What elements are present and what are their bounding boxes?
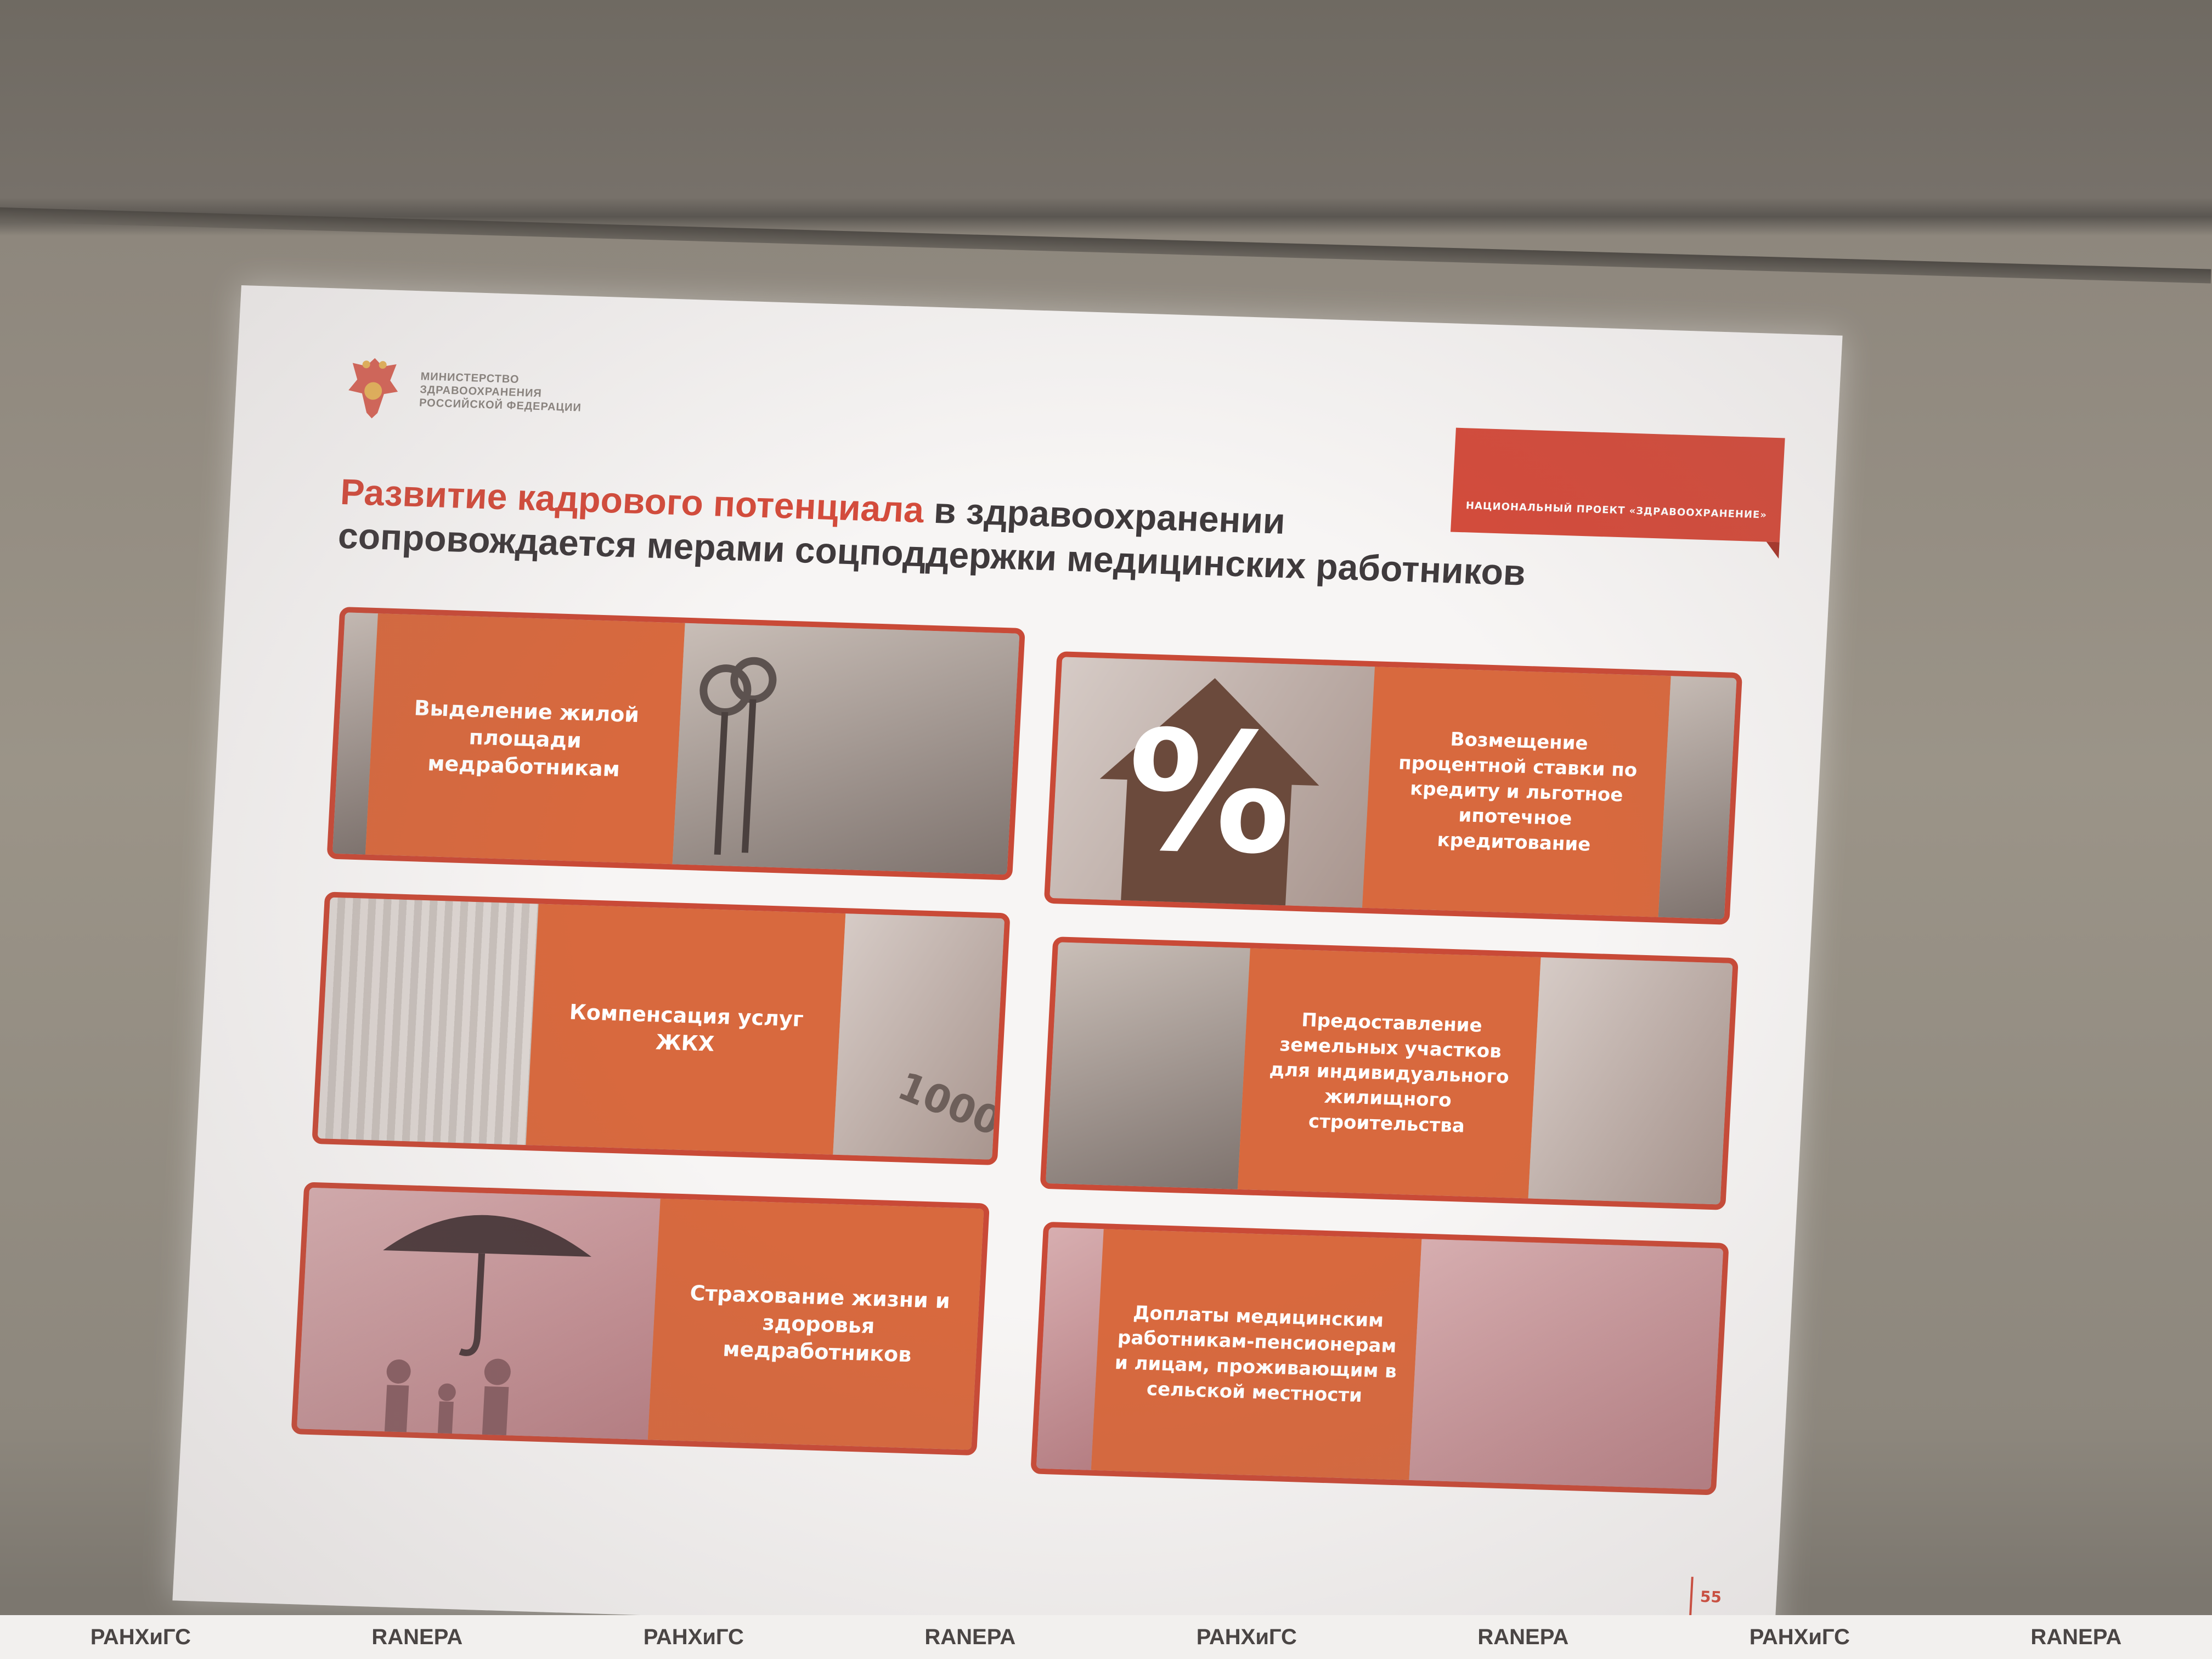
card-label: Страхование жизни и здоровья медработник… (689, 1280, 951, 1367)
banner-label: RANEPA (924, 1624, 1016, 1649)
card-land: Предоставление земельных участков для ин… (1040, 936, 1739, 1210)
card-panel: Компенсация услуг ЖКХ (526, 904, 846, 1155)
banner-label: РАНХиГС (1749, 1624, 1850, 1649)
card-mortgage: % Возмещение процентной ставки по кредит… (1043, 651, 1743, 925)
banner-item: РАНХиГС (1750, 1625, 1850, 1650)
banner-item: RANEPA (1477, 1625, 1568, 1650)
hand-photo (1046, 942, 1250, 1189)
banner-item: РАНХиГС (91, 1625, 191, 1650)
house-photo: % (1049, 657, 1375, 911)
card-label: Выделение жилой площади медработникам (413, 696, 640, 782)
document-photo (317, 897, 539, 1146)
banner-label: RANEPA (1477, 1624, 1569, 1649)
banner-label: РАНХиГС (643, 1624, 744, 1649)
card-panel: Возмещение процентной ставки по кредиту … (1362, 667, 1671, 917)
title-rest: в здравоохранении (923, 489, 1286, 541)
coat-of-arms-icon (348, 358, 398, 419)
banknote-photo: 1000 (833, 913, 1008, 1160)
card-panel: Предоставление земельных участков для ин… (1237, 948, 1541, 1199)
banner-item: РАНХиГС (1197, 1625, 1297, 1650)
field-photo (1528, 957, 1733, 1205)
card-label: Предоставление земельных участков для ин… (1268, 1009, 1510, 1137)
umbrella-photo (297, 1187, 661, 1440)
card-photo (1658, 676, 1737, 919)
card-panel: Доплаты медицинским работникам-пенсионер… (1091, 1229, 1422, 1480)
percent-symbol: % (1121, 695, 1297, 891)
ministry-logo: МИНИСТЕРСТВО ЗДРАВООХРАНЕНИЯ РОССИЙСКОЙ … (341, 352, 584, 431)
card-label: Доплаты медицинским работникам-пенсионер… (1114, 1302, 1397, 1407)
measures-grid: Выделение жилой площади медработникам % (291, 606, 1743, 1506)
card-insurance: Страхование жизни и здоровья медработник… (291, 1182, 990, 1456)
event-banner: РАНХиГС RANEPA РАНХиГС RANEPA РАНХиГС RA… (0, 1615, 2212, 1659)
banner-label: РАНХиГС (1196, 1624, 1297, 1649)
ceiling-edge (0, 207, 2211, 284)
banner-item: РАНХиГС (644, 1625, 744, 1650)
keys-photo (672, 623, 1020, 875)
banknote-value: 1000 (891, 1063, 1008, 1145)
umbrella-family-icon (383, 1215, 592, 1438)
card-utilities: Компенсация услуг ЖКХ 1000 (312, 891, 1011, 1166)
banner-item: RANEPA (924, 1625, 1015, 1650)
card-panel: Страхование жизни и здоровья медработник… (647, 1198, 990, 1451)
doctor-photo (1409, 1239, 1724, 1490)
banner-label: RANEPA (2030, 1624, 2122, 1649)
banner-item: RANEPA (2030, 1625, 2121, 1650)
card-panel: Выделение жилой площади медработникам (365, 613, 685, 865)
page-number: 55 (1689, 1577, 1723, 1616)
keys-icon (699, 657, 777, 855)
card-housing: Выделение жилой площади медработникам (326, 606, 1025, 881)
card-label: Компенсация услуг ЖКХ (568, 1000, 804, 1056)
ministry-name: МИНИСТЕРСТВО ЗДРАВООХРАНЕНИЯ РОССИЙСКОЙ … (419, 370, 583, 414)
banner-label: РАНХиГС (90, 1624, 191, 1649)
card-label: Возмещение процентной ставки по кредиту … (1398, 728, 1638, 856)
banner-item: RANEPA (371, 1625, 462, 1650)
presentation-slide: МИНИСТЕРСТВО ЗДРАВООХРАНЕНИЯ РОССИЙСКОЙ … (172, 285, 1843, 1651)
card-pensioners: Доплаты медицинским работникам-пенсионер… (1030, 1221, 1729, 1496)
banner-label: RANEPA (371, 1624, 463, 1649)
